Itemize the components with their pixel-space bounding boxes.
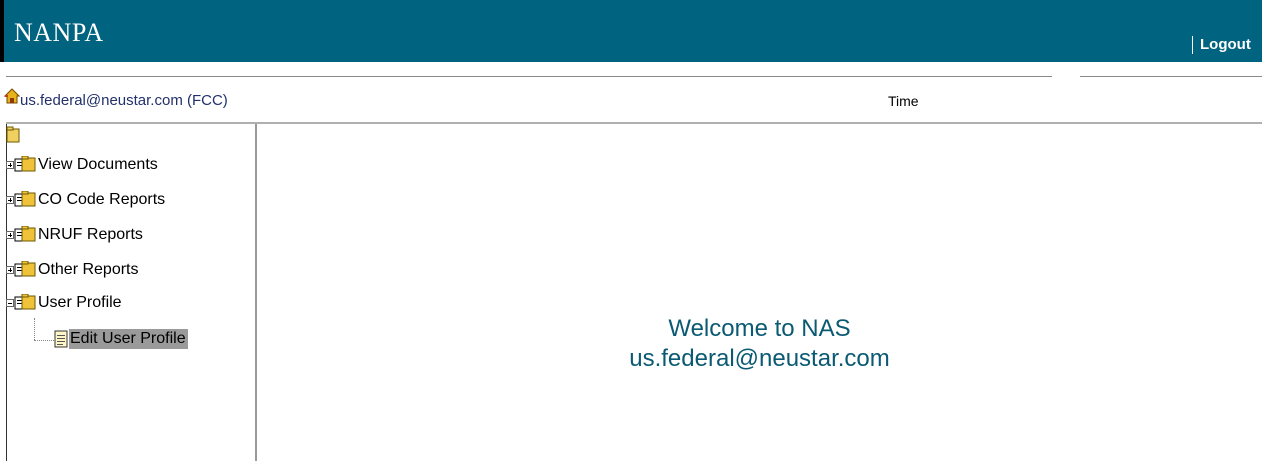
divider-line bbox=[6, 76, 1052, 77]
home-icon[interactable] bbox=[4, 88, 20, 104]
tree-item-user-profile[interactable]: User Profile bbox=[6, 292, 122, 314]
expand-icon[interactable] bbox=[6, 196, 14, 204]
logout-link[interactable]: Logout bbox=[1200, 36, 1251, 53]
time-label: Time bbox=[888, 93, 919, 109]
tree-item-label: Edit User Profile bbox=[69, 329, 188, 349]
expand-icon[interactable] bbox=[6, 161, 14, 169]
brand-logo: NANPA bbox=[14, 18, 104, 47]
tree-item-edit-user-profile[interactable]: Edit User Profile bbox=[54, 329, 188, 349]
welcome-message: Welcome to NAS us.federal@neustar.com bbox=[257, 314, 1262, 374]
logout-separator bbox=[1192, 36, 1193, 54]
document-icon bbox=[54, 330, 68, 348]
divider-line bbox=[6, 122, 1262, 124]
tree-connector bbox=[34, 340, 54, 341]
collapse-icon[interactable] bbox=[6, 299, 14, 307]
expand-icon[interactable] bbox=[6, 231, 14, 239]
welcome-user: us.federal@neustar.com bbox=[629, 345, 890, 372]
folder-icon bbox=[14, 261, 36, 277]
expand-icon[interactable] bbox=[6, 266, 14, 274]
tree-item-other-reports[interactable]: Other Reports bbox=[6, 259, 138, 281]
tree-root-icon bbox=[6, 126, 20, 143]
current-user-label: us.federal@neustar.com (FCC) bbox=[20, 92, 228, 109]
tree-item-co-code-reports[interactable]: CO Code Reports bbox=[6, 189, 165, 211]
tree-item-label: CO Code Reports bbox=[38, 191, 166, 208]
tree-connector bbox=[34, 318, 35, 340]
welcome-title: Welcome to NAS bbox=[668, 315, 851, 342]
open-folder-icon bbox=[14, 294, 36, 310]
folder-icon bbox=[14, 226, 36, 242]
folder-icon bbox=[14, 156, 36, 172]
header-bar: NANPA Logout bbox=[0, 0, 1262, 62]
tree-item-label: NRUF Reports bbox=[38, 226, 143, 243]
tree-item-label: Other Reports bbox=[38, 261, 139, 278]
tree-item-view-documents[interactable]: View Documents bbox=[6, 154, 158, 176]
frame-divider[interactable] bbox=[255, 124, 257, 461]
folder-icon bbox=[14, 191, 36, 207]
tree-item-label: View Documents bbox=[38, 156, 158, 173]
divider-line bbox=[1080, 76, 1262, 77]
tree-item-nruf-reports[interactable]: NRUF Reports bbox=[6, 224, 143, 246]
tree-item-label: User Profile bbox=[38, 294, 122, 311]
